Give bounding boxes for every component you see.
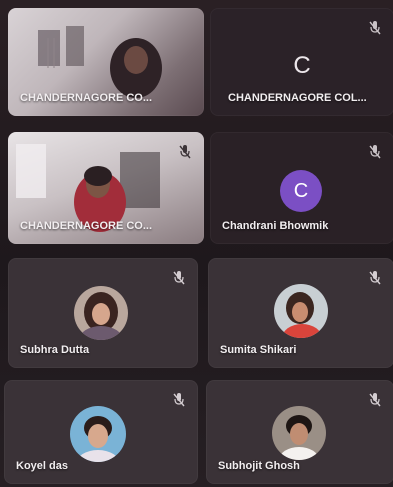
mic-off-icon	[179, 145, 191, 159]
participant-tile-4[interactable]: C Chandrani Bhowmik	[210, 132, 393, 244]
mic-off-icon	[369, 21, 381, 35]
participant-name: Sumita Shikari	[220, 344, 297, 356]
mic-off-icon	[173, 271, 185, 285]
mic-off-icon	[369, 145, 381, 159]
participant-initial: C	[293, 52, 311, 79]
participant-avatar: C	[280, 170, 322, 212]
meeting-grid: CHANDERNAGORE CO... C CHANDERNAGORE COL.…	[0, 0, 393, 487]
participant-name: CHANDERNAGORE CO...	[20, 220, 153, 232]
participant-name: Koyel das	[16, 460, 68, 472]
participant-name: Chandrani Bhowmik	[222, 220, 329, 232]
mic-off-icon	[173, 393, 185, 407]
participant-photo	[274, 284, 328, 338]
participant-tile-3[interactable]: CHANDERNAGORE CO...	[8, 132, 204, 244]
participant-name: CHANDERNAGORE COL...	[228, 92, 367, 104]
participant-tile-2[interactable]: C CHANDERNAGORE COL...	[210, 8, 393, 116]
participant-photo	[74, 286, 128, 340]
participant-tile-7[interactable]: Koyel das	[4, 380, 198, 484]
participant-tile-1[interactable]: CHANDERNAGORE CO...	[8, 8, 204, 116]
participant-name: Subhra Dutta	[20, 344, 90, 356]
participant-tile-8[interactable]: Subhojit Ghosh	[206, 380, 393, 484]
participant-photo	[272, 406, 326, 460]
mic-off-icon	[369, 271, 381, 285]
participant-name: CHANDERNAGORE CO...	[20, 92, 153, 104]
participant-photo	[70, 406, 126, 462]
participant-tile-5[interactable]: Subhra Dutta	[8, 258, 198, 368]
participant-name: Subhojit Ghosh	[218, 460, 300, 472]
participant-tile-6[interactable]: Sumita Shikari	[208, 258, 393, 368]
mic-off-icon	[369, 393, 381, 407]
